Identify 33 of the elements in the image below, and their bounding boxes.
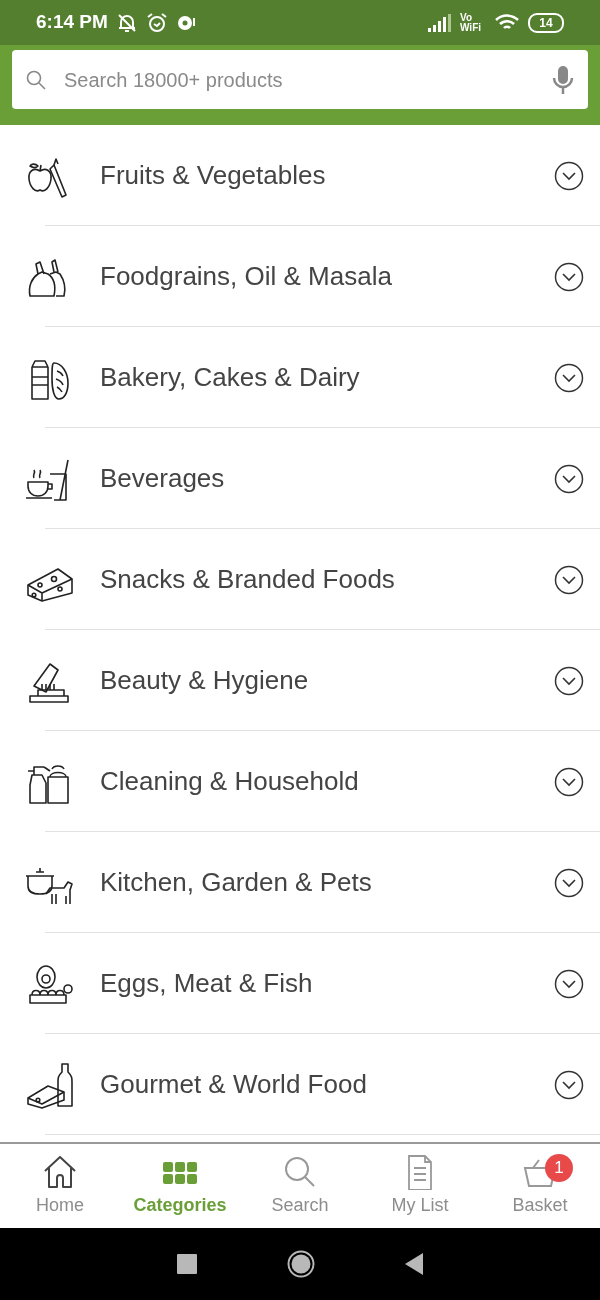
category-label[interactable]: Cleaning & Household: [100, 762, 554, 801]
nav-tab[interactable]: Basket 1: [480, 1144, 600, 1228]
category-label[interactable]: Snacks & Branded Foods: [100, 560, 554, 599]
microphone-icon[interactable]: [552, 64, 574, 95]
bell-off-icon: [115, 11, 138, 34]
category-label[interactable]: Kitchen, Garden & Pets: [100, 863, 554, 902]
expand-chevron-icon[interactable]: [554, 564, 584, 595]
category-label[interactable]: Bakery, Cakes & Dairy: [100, 358, 554, 397]
expand-chevron-icon[interactable]: [554, 766, 584, 797]
expand-chevron-icon[interactable]: [554, 867, 584, 898]
expand-chevron-icon[interactable]: [554, 362, 584, 393]
count-badge: 1: [545, 1154, 573, 1182]
home-button-icon[interactable]: [287, 1250, 315, 1278]
status-time: 6:14 PM: [36, 10, 108, 35]
back-icon[interactable]: [405, 1253, 423, 1275]
expand-chevron-icon[interactable]: [554, 665, 584, 696]
category-label[interactable]: Fruits & Vegetables: [100, 156, 554, 195]
vowifi-label: Vo WiFi: [460, 12, 482, 33]
search-icon: [26, 69, 46, 90]
expand-chevron-icon[interactable]: [554, 160, 584, 191]
category-label[interactable]: Gourmet & World Food: [100, 1065, 554, 1104]
alarm-icon: [145, 11, 168, 34]
battery-indicator: 14: [528, 12, 564, 33]
expand-chevron-icon[interactable]: [554, 463, 584, 494]
signal-icon: [428, 13, 452, 32]
category-label[interactable]: Foodgrains, Oil & Masala: [100, 257, 554, 296]
category-label[interactable]: Beauty & Hygiene: [100, 661, 554, 700]
expand-chevron-icon[interactable]: [554, 968, 584, 999]
expand-chevron-icon[interactable]: [554, 1069, 584, 1100]
expand-chevron-icon[interactable]: [554, 261, 584, 292]
search-field[interactable]: Search 18000+ products: [12, 50, 588, 109]
category-label[interactable]: Beverages: [100, 459, 554, 498]
category-label[interactable]: Eggs, Meat & Fish: [100, 964, 554, 1003]
